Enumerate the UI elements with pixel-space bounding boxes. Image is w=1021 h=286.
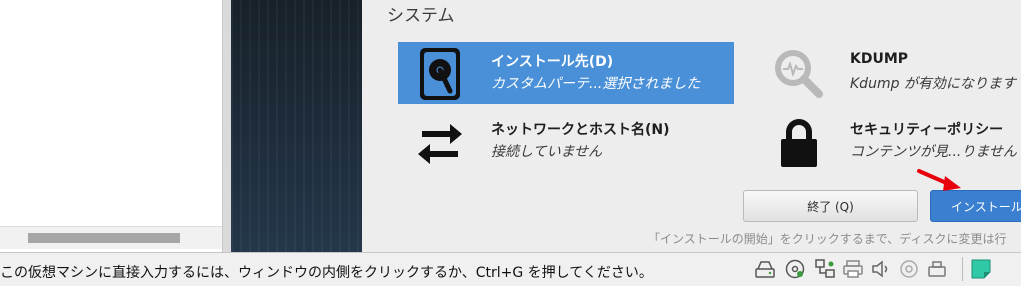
installation-summary-hub: システム インストール先(D) カスタムパーテ...選択されました KDUMP … bbox=[362, 0, 1021, 252]
pane-splitter[interactable] bbox=[223, 0, 231, 252]
sound-icon[interactable] bbox=[870, 258, 892, 280]
spoke-kdump[interactable]: KDUMP Kdump が有効になります bbox=[757, 42, 1021, 104]
scrollbar-thumb[interactable] bbox=[28, 233, 180, 243]
spoke-security-policy[interactable]: セキュリティーポリシー コンテンツが見...りません bbox=[757, 110, 1021, 172]
removable-device-icon[interactable] bbox=[926, 258, 948, 280]
red-arrow-annotation-icon bbox=[915, 165, 965, 195]
spoke-status: カスタムパーテ...選択されました bbox=[491, 76, 701, 92]
usb-icon[interactable] bbox=[898, 258, 920, 280]
spoke-title: KDUMP bbox=[850, 51, 909, 67]
spoke-status: コンテンツが見...りません bbox=[850, 144, 1017, 160]
host-left-pane bbox=[0, 0, 223, 252]
installation-hint: 「インストールの開始」をクリックするまで、ディスクに変更は行 bbox=[648, 232, 1007, 246]
note-icon[interactable] bbox=[970, 258, 992, 280]
status-divider bbox=[962, 257, 963, 281]
cd-icon[interactable] bbox=[784, 258, 806, 280]
status-message: この仮想マシンに直接入力するには、ウィンドウの内側をクリックするか、Ctrl+G… bbox=[0, 265, 653, 281]
spoke-status: 接続していません bbox=[491, 144, 603, 160]
spoke-title: セキュリティーポリシー bbox=[850, 122, 1004, 138]
network-icon[interactable] bbox=[814, 258, 836, 280]
spoke-installation-destination[interactable]: インストール先(D) カスタムパーテ...選択されました bbox=[398, 42, 734, 104]
printer-icon[interactable] bbox=[842, 258, 864, 280]
spoke-network-hostname[interactable]: ネットワークとホスト名(N) 接続していません bbox=[398, 110, 734, 172]
network-arrows-icon bbox=[410, 112, 470, 172]
host-status-bar: この仮想マシンに直接入力するには、ウィンドウの内側をクリックするか、Ctrl+G… bbox=[0, 252, 1021, 286]
installer-sidebar bbox=[231, 0, 362, 252]
horizontal-scrollbar[interactable] bbox=[0, 226, 222, 249]
harddisk-icon bbox=[410, 44, 470, 104]
spoke-status: Kdump が有効になります bbox=[850, 76, 1016, 92]
spoke-title: ネットワークとホスト名(N) bbox=[491, 122, 670, 138]
spoke-title: インストール先(D) bbox=[491, 54, 614, 70]
section-title: システム bbox=[387, 6, 455, 26]
quit-button[interactable]: 終了 (Q) bbox=[743, 190, 918, 222]
hdd-icon[interactable] bbox=[754, 258, 776, 280]
padlock-icon bbox=[769, 112, 829, 172]
kdump-magnifier-icon bbox=[769, 44, 829, 104]
